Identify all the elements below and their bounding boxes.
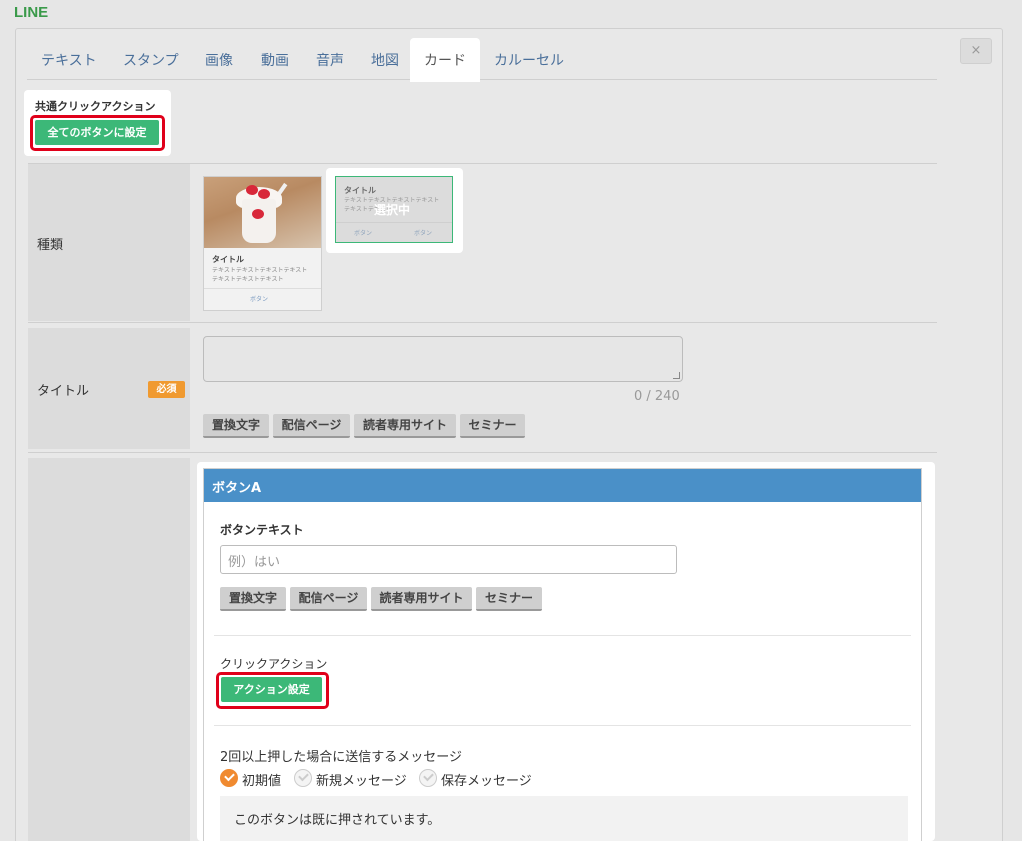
check-icon	[423, 770, 434, 782]
option-default-label: 初期値	[242, 774, 282, 789]
title-textarea[interactable]	[203, 336, 683, 382]
click-action-label: クリックアクション	[220, 657, 328, 671]
card-type-text-selected[interactable]: タイトル テキストテキストテキストテキストテキストテキスト ボタン ボタン 選択…	[326, 168, 463, 253]
divider	[214, 725, 911, 726]
insert-reader-site-button[interactable]: 読者専用サイト	[354, 414, 456, 438]
close-button[interactable]: ×	[960, 38, 992, 64]
tab-carousel[interactable]: カルーセル	[494, 50, 564, 70]
selected-card: タイトル テキストテキストテキストテキストテキストテキスト ボタン ボタン 選択…	[335, 176, 453, 243]
button-text-label: ボタンテキスト	[220, 523, 304, 537]
button-a-header: ボタンA	[204, 469, 921, 502]
insert-delivery-page-button[interactable]: 配信ページ	[273, 414, 350, 438]
divider	[28, 322, 937, 323]
insert-seminar-button[interactable]: セミナー	[460, 414, 525, 438]
button-label-cell	[28, 458, 190, 841]
title-char-counter: 0 / 240	[634, 389, 680, 404]
card1-text: テキストテキストテキストテキストテキストテキストテキスト	[212, 267, 308, 283]
radio-new-message[interactable]	[294, 769, 312, 787]
tab-map[interactable]: 地図	[371, 50, 399, 70]
tab-image[interactable]: 画像	[205, 50, 233, 70]
btn-insert-seminar-button[interactable]: セミナー	[476, 587, 542, 611]
message-type-tabs: テキスト スタンプ 画像 動画 音声 地図 カード カルーセル	[27, 38, 937, 82]
resize-handle[interactable]	[673, 372, 680, 379]
btn-insert-delivery-page-button[interactable]: 配信ページ	[290, 587, 367, 611]
required-badge: 必須	[148, 381, 185, 398]
repeat-press-label: 2回以上押した場合に送信するメッセージ	[220, 750, 463, 765]
check-icon	[298, 770, 309, 782]
selected-label: 選択中	[374, 203, 411, 217]
card1-button: ボタン	[250, 296, 269, 303]
card-type-image[interactable]: タイトル テキストテキストテキストテキストテキストテキストテキスト ボタン	[203, 176, 322, 311]
option-new-message-label: 新規メッセージ	[316, 774, 407, 789]
tab-stamp[interactable]: スタンプ	[123, 50, 179, 70]
insert-replace-text-button[interactable]: 置換文字	[203, 414, 269, 438]
tab-text[interactable]: テキスト	[41, 50, 97, 70]
option-saved-message-label: 保存メッセージ	[441, 774, 532, 789]
divider	[214, 635, 911, 636]
common-action-title: 共通クリックアクション	[35, 100, 156, 113]
type-label: 種類	[37, 238, 64, 253]
brand-logo: LINE	[14, 4, 49, 21]
repeat-message-text[interactable]: このボタンは既に押されています。	[220, 796, 908, 841]
card-sample-image	[204, 177, 321, 248]
btn-insert-replace-text-button[interactable]: 置換文字	[220, 587, 286, 611]
close-icon: ×	[970, 43, 982, 58]
button-text-input[interactable]: 例）はい	[220, 545, 677, 574]
btn-insert-reader-site-button[interactable]: 読者専用サイト	[371, 587, 472, 611]
card1-title: タイトル	[212, 255, 244, 264]
radio-saved-message[interactable]	[419, 769, 437, 787]
divider	[28, 452, 937, 453]
check-icon	[224, 770, 235, 782]
apply-all-buttons-button[interactable]: 全てのボタンに設定	[35, 120, 159, 145]
title-label: タイトル	[37, 384, 90, 399]
tab-video[interactable]: 動画	[261, 50, 289, 70]
action-settings-button[interactable]: アクション設定	[221, 677, 322, 702]
radio-default[interactable]	[220, 769, 238, 787]
tab-audio[interactable]: 音声	[316, 50, 344, 70]
tab-card[interactable]: カード	[410, 38, 480, 82]
